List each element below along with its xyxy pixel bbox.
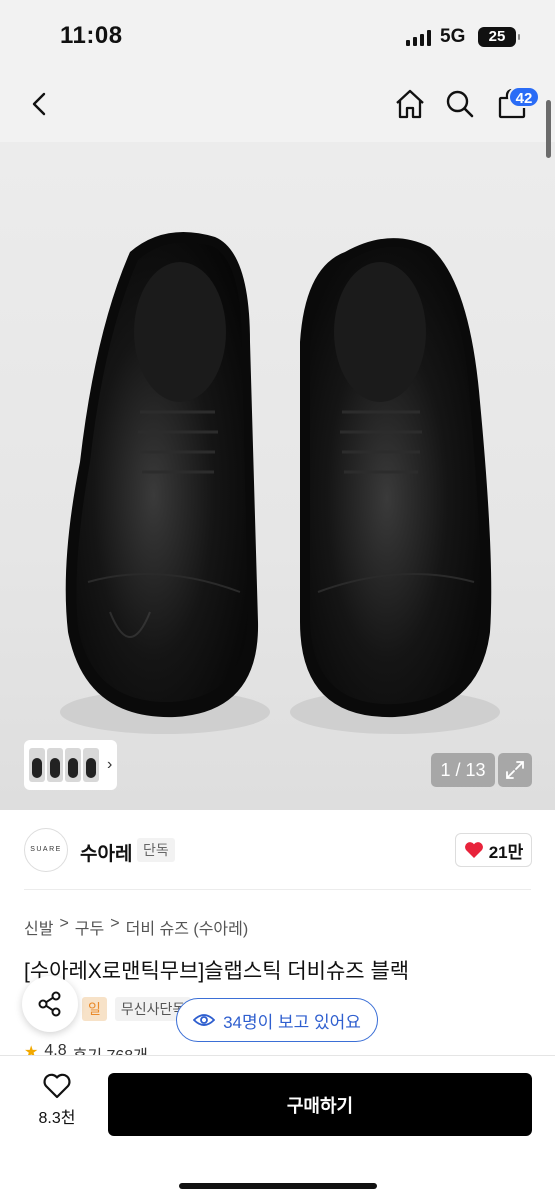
exclusive-tag: 단독 <box>137 838 175 862</box>
thumbnail[interactable] <box>65 748 81 782</box>
breadcrumb-item[interactable]: 신발 <box>24 915 53 939</box>
wishlist-count: 8.3천 <box>38 1110 76 1127</box>
network-label: 5G <box>440 26 466 47</box>
top-navigation <box>0 72 555 142</box>
wishlist-button[interactable]: 8.3천 <box>24 1072 90 1136</box>
brand-logo[interactable]: SUARE <box>24 828 68 872</box>
expand-button[interactable] <box>498 753 532 787</box>
breadcrumb: 신발 > 구두 > 더비 슈즈 (수아레) <box>24 915 248 939</box>
viewers-pill[interactable]: 34명이 보고 있어요 <box>176 998 378 1042</box>
brand-row: SUARE 수아레 단독 21만 <box>0 810 555 890</box>
thumbnail[interactable] <box>47 748 63 782</box>
home-indicator[interactable] <box>179 1183 377 1189</box>
image-counter: 1 / 13 <box>431 753 495 787</box>
heart-outline-icon <box>43 1073 71 1099</box>
back-button[interactable] <box>18 72 62 136</box>
viewers-text: 34명이 보고 있어요 <box>223 1012 361 1032</box>
product-photo <box>60 232 500 734</box>
product-title: [수아레X로맨틱무브]슬랩스틱 더비슈즈 블랙 <box>24 960 410 983</box>
promo-badge: 일 <box>82 997 107 1021</box>
signal-icon <box>406 30 431 46</box>
rating-row[interactable]: ★ 4.8 후기 768개 <box>24 1042 148 1056</box>
scrollbar[interactable] <box>546 100 551 158</box>
brand-like-button[interactable]: 21만 <box>455 833 532 867</box>
eye-icon <box>193 1014 216 1026</box>
thumbnail[interactable] <box>83 748 99 782</box>
breadcrumb-separator: > <box>59 915 69 932</box>
breadcrumb-item[interactable]: 더비 슈즈 (수아레) <box>126 915 249 939</box>
product-image-gallery[interactable]: › 1 / 13 <box>0 142 555 810</box>
thumbnail-strip[interactable]: › <box>24 740 117 790</box>
star-icon: ★ <box>24 1044 39 1056</box>
review-count: 후기 768개 <box>73 1042 148 1056</box>
search-icon <box>446 90 474 118</box>
status-bar: 11:08 5G 25 <box>0 0 555 72</box>
chevron-right-icon: › <box>107 756 113 773</box>
share-button[interactable] <box>22 976 78 1032</box>
cart-count-badge: 42 <box>508 86 540 108</box>
breadcrumb-separator: > <box>110 915 120 932</box>
home-icon <box>396 89 424 119</box>
heart-icon <box>464 842 483 858</box>
search-button[interactable] <box>438 72 482 136</box>
thumbnail[interactable] <box>29 748 45 782</box>
status-time: 11:08 <box>60 22 123 49</box>
battery-icon: 25 <box>478 27 520 47</box>
back-icon <box>32 92 46 116</box>
expand-icon <box>506 761 524 779</box>
buy-button[interactable]: 구매하기 <box>108 1073 532 1136</box>
rating-value: 4.8 <box>44 1042 67 1056</box>
divider <box>24 889 531 890</box>
home-button[interactable] <box>388 72 432 136</box>
bottom-action-bar: 8.3천 구매하기 <box>0 1055 555 1200</box>
breadcrumb-item[interactable]: 구두 <box>75 915 104 939</box>
share-icon <box>38 991 61 1017</box>
like-count: 21만 <box>488 842 524 862</box>
brand-name[interactable]: 수아레 <box>80 839 132 866</box>
